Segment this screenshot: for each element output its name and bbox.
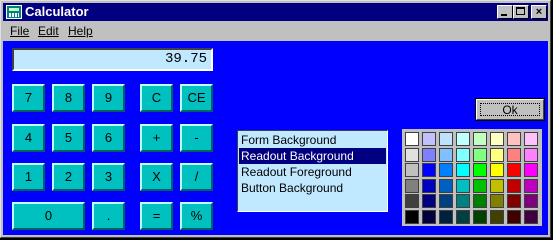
color-swatch[interactable] (405, 163, 419, 177)
minimize-button[interactable] (497, 5, 513, 19)
color-target-listbox[interactable]: Form Background Readout Background Reado… (237, 130, 388, 212)
ok-button[interactable]: Ok (475, 98, 545, 121)
color-swatch[interactable] (507, 163, 521, 177)
minimize-icon (501, 14, 507, 16)
color-swatch[interactable] (405, 147, 419, 162)
color-swatch[interactable] (405, 209, 419, 224)
color-swatch[interactable] (422, 209, 436, 224)
key-percent[interactable]: % (180, 202, 213, 230)
color-swatch[interactable] (473, 194, 487, 208)
key-2[interactable]: 2 (52, 163, 85, 191)
color-swatch[interactable] (422, 147, 436, 162)
color-swatch[interactable] (473, 209, 487, 224)
readout-display: 39.75 (12, 48, 213, 71)
color-swatch[interactable] (405, 132, 419, 146)
calculator-window: Calculator × File Edit Help 39.75 7 8 9 … (0, 0, 551, 238)
key-equals[interactable]: = (140, 202, 173, 230)
menu-edit[interactable]: Edit (38, 24, 59, 38)
color-swatch[interactable] (524, 178, 538, 193)
color-swatch[interactable] (507, 147, 521, 162)
color-swatch[interactable] (490, 194, 504, 208)
color-swatch[interactable] (422, 132, 436, 146)
key-8[interactable]: 8 (52, 84, 85, 112)
key-clear[interactable]: C (140, 84, 173, 112)
menu-bar: File Edit Help (3, 22, 548, 40)
maximize-button[interactable] (513, 5, 529, 19)
color-swatch[interactable] (439, 209, 453, 224)
color-swatch[interactable] (422, 163, 436, 177)
key-multiply[interactable]: X (140, 163, 173, 191)
color-swatch[interactable] (456, 178, 470, 193)
color-swatch[interactable] (507, 132, 521, 146)
key-decimal[interactable]: . (92, 202, 125, 230)
key-5[interactable]: 5 (52, 124, 85, 152)
color-swatch[interactable] (524, 132, 538, 146)
color-swatch[interactable] (456, 163, 470, 177)
color-swatch[interactable] (524, 209, 538, 224)
color-swatch[interactable] (422, 178, 436, 193)
listbox-item-readout-background[interactable]: Readout Background (239, 148, 386, 164)
color-swatch[interactable] (507, 209, 521, 224)
window-title: Calculator (25, 4, 89, 19)
color-swatch[interactable] (439, 163, 453, 177)
ok-button-label: Ok (480, 103, 540, 117)
color-swatch[interactable] (507, 178, 521, 193)
color-swatch[interactable] (490, 163, 504, 177)
maximize-icon (516, 7, 525, 15)
key-minus[interactable]: - (180, 124, 213, 152)
menu-help[interactable]: Help (68, 24, 93, 38)
menu-file[interactable]: File (10, 24, 29, 38)
listbox-item-form-background[interactable]: Form Background (239, 132, 386, 148)
menu-file-label: File (10, 24, 30, 38)
listbox-item-button-background[interactable]: Button Background (239, 180, 386, 196)
color-swatch[interactable] (439, 132, 453, 146)
color-swatch[interactable] (456, 147, 470, 162)
color-swatch[interactable] (507, 194, 521, 208)
color-swatch[interactable] (524, 163, 538, 177)
color-swatch[interactable] (422, 194, 436, 208)
color-swatch[interactable] (405, 178, 419, 193)
color-swatch[interactable] (456, 132, 470, 146)
key-0[interactable]: 0 (12, 202, 85, 230)
key-3[interactable]: 3 (92, 163, 125, 191)
color-swatch[interactable] (524, 194, 538, 208)
color-swatch[interactable] (405, 194, 419, 208)
title-bar[interactable]: Calculator × (3, 3, 548, 21)
key-4[interactable]: 4 (12, 124, 45, 152)
listbox-item-readout-foreground[interactable]: Readout Foreground (239, 164, 386, 180)
calculator-client-area: 39.75 7 8 9 C CE 4 5 6 + - 1 2 3 X / 0 .… (3, 41, 548, 235)
key-1[interactable]: 1 (12, 163, 45, 191)
color-swatch[interactable] (473, 178, 487, 193)
color-swatch[interactable] (456, 194, 470, 208)
calculator-app-icon[interactable] (6, 5, 22, 19)
color-swatch[interactable] (524, 147, 538, 162)
color-swatch[interactable] (456, 209, 470, 224)
color-swatch[interactable] (473, 132, 487, 146)
key-divide[interactable]: / (180, 163, 213, 191)
color-swatch[interactable] (490, 147, 504, 162)
color-swatch[interactable] (490, 178, 504, 193)
color-swatch[interactable] (490, 209, 504, 224)
color-swatch[interactable] (439, 194, 453, 208)
color-palette (402, 129, 542, 226)
close-icon: × (535, 6, 543, 18)
key-7[interactable]: 7 (12, 84, 45, 112)
color-swatch[interactable] (490, 132, 504, 146)
color-swatch[interactable] (439, 147, 453, 162)
key-6[interactable]: 6 (92, 124, 125, 152)
key-clear-entry[interactable]: CE (180, 84, 213, 112)
key-plus[interactable]: + (140, 124, 173, 152)
close-button[interactable]: × (531, 5, 547, 19)
key-9[interactable]: 9 (92, 84, 125, 112)
color-swatch[interactable] (439, 178, 453, 193)
color-swatch[interactable] (473, 163, 487, 177)
menu-help-label: Help (68, 24, 93, 38)
menu-edit-label: Edit (38, 24, 59, 38)
color-swatch[interactable] (473, 147, 487, 162)
